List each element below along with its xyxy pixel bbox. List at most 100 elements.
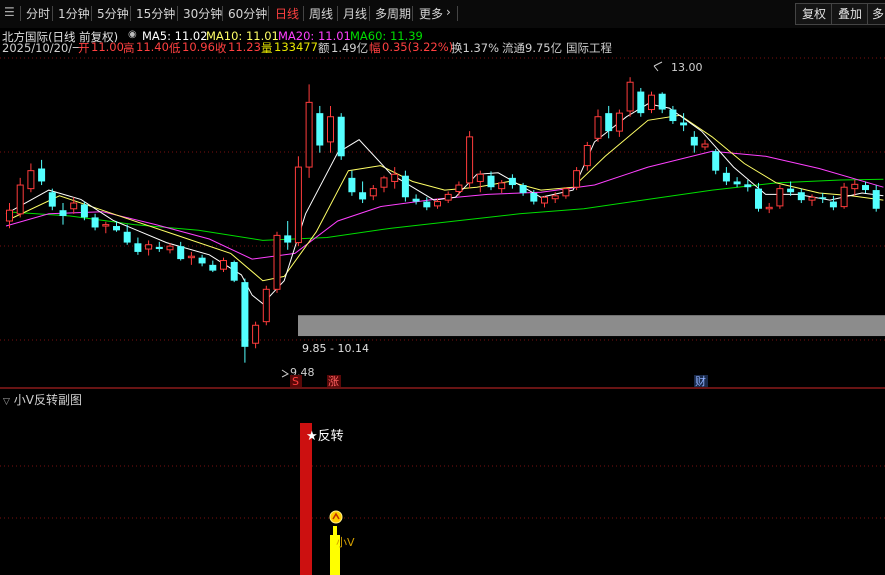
tab-period-0[interactable]: 分时: [26, 5, 50, 22]
marker-cai: 财: [695, 374, 706, 388]
candle-body: [498, 182, 506, 190]
candle-body: [327, 116, 334, 143]
candle-body: [829, 201, 837, 208]
candle-body: [59, 210, 67, 216]
candle-body: [252, 324, 260, 344]
candle-body: [862, 185, 869, 191]
subpanel-title-text: 小V反转副图: [13, 393, 82, 407]
candle-body: [819, 197, 827, 199]
tab-period-7[interactable]: 周线: [309, 5, 333, 22]
toolbar-separator: [457, 6, 458, 21]
settings-dropdown-icon[interactable]: ◉: [128, 29, 137, 40]
quote-bar: 2025/10/20/一 开 11.00 高 11.40 低 10.96 收 1…: [0, 40, 885, 56]
menu-icon[interactable]: ☰: [4, 5, 15, 19]
candle-body: [701, 143, 709, 148]
candle-body: [348, 177, 356, 193]
candle-body: [423, 201, 431, 208]
candle-body: [187, 255, 195, 259]
ma5-line: [5, 103, 884, 305]
tab-period-2[interactable]: 5分钟: [97, 5, 129, 22]
more-arrow-icon[interactable]: ›: [446, 5, 451, 19]
tab-period-6[interactable]: 日线: [275, 5, 299, 22]
chart-canvas[interactable]: 13.009.489.85 - 10.14S 涨财: [0, 0, 885, 575]
low-label: 低: [169, 41, 181, 55]
tab-period-10[interactable]: 更多: [419, 5, 443, 22]
float-value: 流通9.75亿: [502, 41, 563, 55]
period-toolbar: 分时 1分钟 5分钟 15分钟 30分钟 60分钟 日线 周线 月线 多周期 更多 › ☰ 复权 叠加多: [0, 0, 885, 28]
low-value: 10.96: [182, 40, 215, 54]
high-value: 11.40: [136, 40, 169, 54]
chevron-down-icon[interactable]: ▽: [3, 397, 10, 407]
tab-period-4[interactable]: 30分钟: [183, 5, 222, 22]
toolbar-separator: [369, 6, 370, 21]
candle-body: [797, 192, 805, 201]
change-value: 0.35(3.22%): [382, 40, 454, 54]
candle-body: [722, 172, 730, 182]
candle-body: [787, 188, 795, 193]
toolbar-button-2[interactable]: 多: [867, 3, 885, 25]
tab-period-9[interactable]: 多周期: [375, 5, 411, 22]
toolbar-separator: [303, 6, 304, 21]
candle-body: [48, 192, 56, 207]
candle-body: [444, 193, 452, 201]
candle-body: [680, 122, 688, 126]
candle-body: [230, 261, 238, 281]
candle-body: [369, 188, 377, 197]
toolbar-separator: [412, 6, 413, 21]
candle-body: [487, 175, 495, 188]
toolbar-button-1[interactable]: 叠加: [831, 3, 869, 25]
toolbar-separator: [52, 6, 53, 21]
candle-body: [337, 116, 345, 157]
industry-value: 国际工程: [566, 41, 612, 55]
candle-body: [712, 151, 720, 171]
candle-body: [380, 177, 388, 188]
candle-body: [359, 192, 367, 200]
tab-period-5[interactable]: 60分钟: [228, 5, 267, 22]
candle-body: [765, 206, 773, 210]
open-label: 开: [78, 41, 90, 55]
candle-body: [626, 81, 634, 112]
candle-body: [690, 136, 698, 146]
close-value: 11.23: [228, 40, 261, 54]
toolbar-separator: [268, 6, 269, 21]
reversal-signal-bar: [300, 423, 312, 575]
candle-body: [594, 116, 602, 139]
subpanel-title[interactable]: ▽ 小V反转副图: [3, 391, 82, 408]
candle-body: [262, 288, 270, 323]
low-mark-arrow: [281, 369, 289, 378]
tab-period-8[interactable]: 月线: [343, 5, 367, 22]
candle-body: [241, 282, 249, 347]
candle-body: [541, 196, 548, 204]
candle-body: [615, 112, 623, 132]
reversal-label: ★反转: [306, 429, 344, 444]
candle-body: [16, 184, 24, 215]
candle-body: [91, 217, 99, 228]
candle-body: [573, 170, 581, 188]
candle-body: [166, 245, 174, 251]
marker-s: S: [292, 375, 299, 388]
candle-body: [872, 190, 880, 209]
support-zone: [298, 315, 885, 337]
candle-body: [455, 184, 463, 193]
candle-body: [434, 201, 441, 207]
tab-period-3[interactable]: 15分钟: [136, 5, 175, 22]
candle-body: [840, 186, 848, 208]
candle-body: [755, 188, 762, 209]
tab-period-1[interactable]: 1分钟: [58, 5, 90, 22]
high-label: 高: [123, 41, 135, 55]
candle-body: [808, 196, 816, 201]
candle-body: [273, 234, 281, 290]
candle-body: [27, 170, 35, 190]
candle-body: [648, 94, 655, 111]
candle-body: [466, 136, 474, 184]
toolbar-separator: [337, 6, 338, 21]
volume-label: 量: [261, 41, 273, 55]
candle-body: [776, 188, 784, 207]
candle-body: [198, 257, 206, 264]
candle-body: [733, 181, 741, 185]
candle-body: [744, 184, 752, 188]
quote-date: 2025/10/20/一: [2, 41, 84, 55]
toolbar-button-0[interactable]: 复权: [795, 3, 833, 25]
candle-body: [134, 243, 142, 252]
ma60-line: [5, 178, 884, 241]
